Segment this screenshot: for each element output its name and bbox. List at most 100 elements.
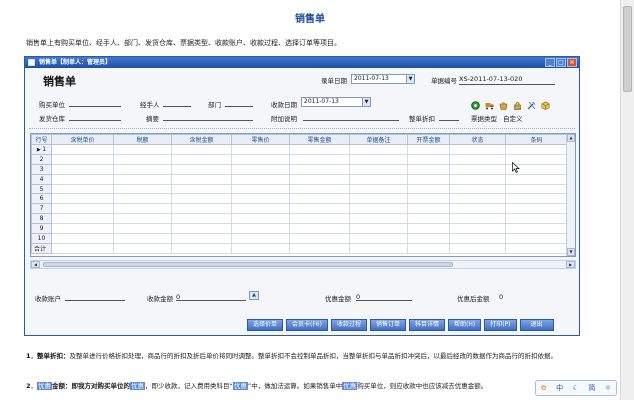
account-input[interactable] xyxy=(65,300,125,301)
bill-type-value[interactable]: 自定义 xyxy=(503,113,523,123)
grid-cell[interactable] xyxy=(289,163,350,175)
select-price-button[interactable]: 选择价单 xyxy=(247,319,284,331)
grid-cell[interactable] xyxy=(289,223,350,235)
grid-cell[interactable] xyxy=(171,242,232,254)
scroll-right-icon[interactable]: ▶ xyxy=(566,261,575,268)
grid-cell[interactable] xyxy=(505,193,568,205)
grid-cell[interactable] xyxy=(449,153,506,165)
grid-cell[interactable] xyxy=(449,173,506,185)
col-header[interactable]: 条码 xyxy=(505,134,568,145)
warehouse-input[interactable] xyxy=(69,120,121,121)
grid-cell[interactable] xyxy=(449,163,506,175)
maximize-icon[interactable]: □ xyxy=(556,58,566,67)
grid-cell[interactable] xyxy=(171,144,232,155)
grid-cell[interactable] xyxy=(407,193,450,205)
extra-input[interactable] xyxy=(303,120,399,121)
grid-cell[interactable] xyxy=(113,213,172,225)
grid-cell[interactable] xyxy=(113,223,172,235)
help-button[interactable]: 帮助(H) xyxy=(448,319,482,331)
grid-cell[interactable] xyxy=(171,193,232,205)
discount-input[interactable] xyxy=(439,120,459,121)
cube-icon[interactable] xyxy=(541,101,550,110)
grid-cell[interactable] xyxy=(113,173,172,185)
green-circle-icon[interactable] xyxy=(471,101,480,110)
col-header[interactable]: 税额 xyxy=(113,134,172,145)
col-header[interactable]: 单据备注 xyxy=(349,134,408,145)
grid-cell[interactable] xyxy=(289,144,350,155)
grid-cell[interactable] xyxy=(407,144,450,155)
grid-cell[interactable] xyxy=(407,233,450,244)
receipt-process-button[interactable]: 收款过程 xyxy=(330,319,367,331)
grid-cell[interactable] xyxy=(349,223,408,235)
grid-cell[interactable] xyxy=(171,173,232,185)
grid-cell[interactable] xyxy=(349,173,408,185)
entry-date-field[interactable]: 2011-07-13 ▼ xyxy=(351,74,415,84)
grid-cell[interactable] xyxy=(231,153,290,165)
grid-cell[interactable] xyxy=(289,193,350,205)
grid-cell[interactable] xyxy=(231,213,290,225)
grid-cell[interactable] xyxy=(51,223,114,235)
grid-cell[interactable] xyxy=(171,233,232,244)
grid-cell[interactable] xyxy=(349,153,408,165)
ime-toolbar[interactable]: ✿ 中 ☾ 简 ☼ xyxy=(535,380,617,396)
grid-cell[interactable] xyxy=(231,242,290,254)
grid-vscrollbar[interactable]: ▲ ▼ xyxy=(566,134,575,256)
grid-cell[interactable] xyxy=(449,233,506,244)
ime-settings-icon[interactable]: ☼ xyxy=(605,384,611,392)
grid-cell[interactable] xyxy=(51,163,114,175)
handler-input[interactable] xyxy=(163,106,191,107)
chevron-down-icon[interactable]: ▼ xyxy=(406,75,414,83)
grid-cell[interactable] xyxy=(51,153,114,165)
scroll-down-icon[interactable]: ▼ xyxy=(567,248,575,256)
grid-cell[interactable] xyxy=(505,144,568,155)
grid-cell[interactable] xyxy=(289,242,350,254)
grid-cell[interactable] xyxy=(449,193,506,205)
grid-cell[interactable] xyxy=(231,233,290,244)
scroll-up-icon[interactable]: ▲ xyxy=(567,134,575,142)
grid-cell[interactable] xyxy=(231,203,290,215)
grid-cell[interactable] xyxy=(349,242,408,254)
table-row[interactable]: 2 xyxy=(31,153,568,165)
grid-cell[interactable] xyxy=(231,193,290,205)
grid-cell[interactable] xyxy=(289,173,350,185)
grid-cell[interactable] xyxy=(349,193,408,205)
table-row[interactable]: 6 xyxy=(31,193,568,205)
amount-input[interactable] xyxy=(176,300,246,301)
grid-cell[interactable] xyxy=(349,163,408,175)
grid-cell[interactable] xyxy=(407,153,450,165)
bag-icon[interactable] xyxy=(499,101,508,110)
grid-cell[interactable] xyxy=(449,203,506,215)
grid-cell[interactable] xyxy=(51,203,114,215)
grid-cell[interactable] xyxy=(171,183,232,195)
grid-cell[interactable] xyxy=(113,203,172,215)
ime-simplified-toggle[interactable]: 简 xyxy=(588,383,595,393)
grid-cell[interactable] xyxy=(171,223,232,235)
total-row[interactable]: 合计 xyxy=(31,242,568,254)
close-icon[interactable]: × xyxy=(567,58,577,67)
grid-cell[interactable] xyxy=(231,144,290,155)
grid-cell[interactable] xyxy=(449,183,506,195)
grid-cell[interactable] xyxy=(113,193,172,205)
grid-cell[interactable] xyxy=(113,163,172,175)
receipt-date-field[interactable]: 2011-07-13 ▼ xyxy=(301,97,371,107)
page-scrollbar[interactable] xyxy=(620,0,634,400)
grid-cell[interactable] xyxy=(505,242,568,254)
grid-cell[interactable] xyxy=(505,213,568,225)
disc-amount-input[interactable] xyxy=(356,300,412,301)
table-row[interactable]: 8 xyxy=(31,213,568,225)
grid-cell[interactable] xyxy=(231,223,290,235)
scroll-left-icon[interactable]: ◀ xyxy=(31,261,40,268)
chevron-down-icon[interactable]: ▼ xyxy=(362,98,370,106)
grid-cell[interactable] xyxy=(349,183,408,195)
col-header[interactable]: 零售金额 xyxy=(289,134,350,145)
col-header[interactable]: 含税单价 xyxy=(51,134,114,145)
table-row[interactable]: 7 xyxy=(31,203,568,215)
grid-cell[interactable] xyxy=(113,144,172,155)
grid-cell[interactable] xyxy=(407,163,450,175)
grid-cell[interactable] xyxy=(113,183,172,195)
window-titlebar[interactable]: 销售单【制单人：管理员】 _ □ × xyxy=(25,57,579,68)
grid-cell[interactable] xyxy=(51,213,114,225)
grid-cell[interactable] xyxy=(349,213,408,225)
grid-cell[interactable] xyxy=(349,144,408,155)
grid-cell[interactable] xyxy=(289,233,350,244)
